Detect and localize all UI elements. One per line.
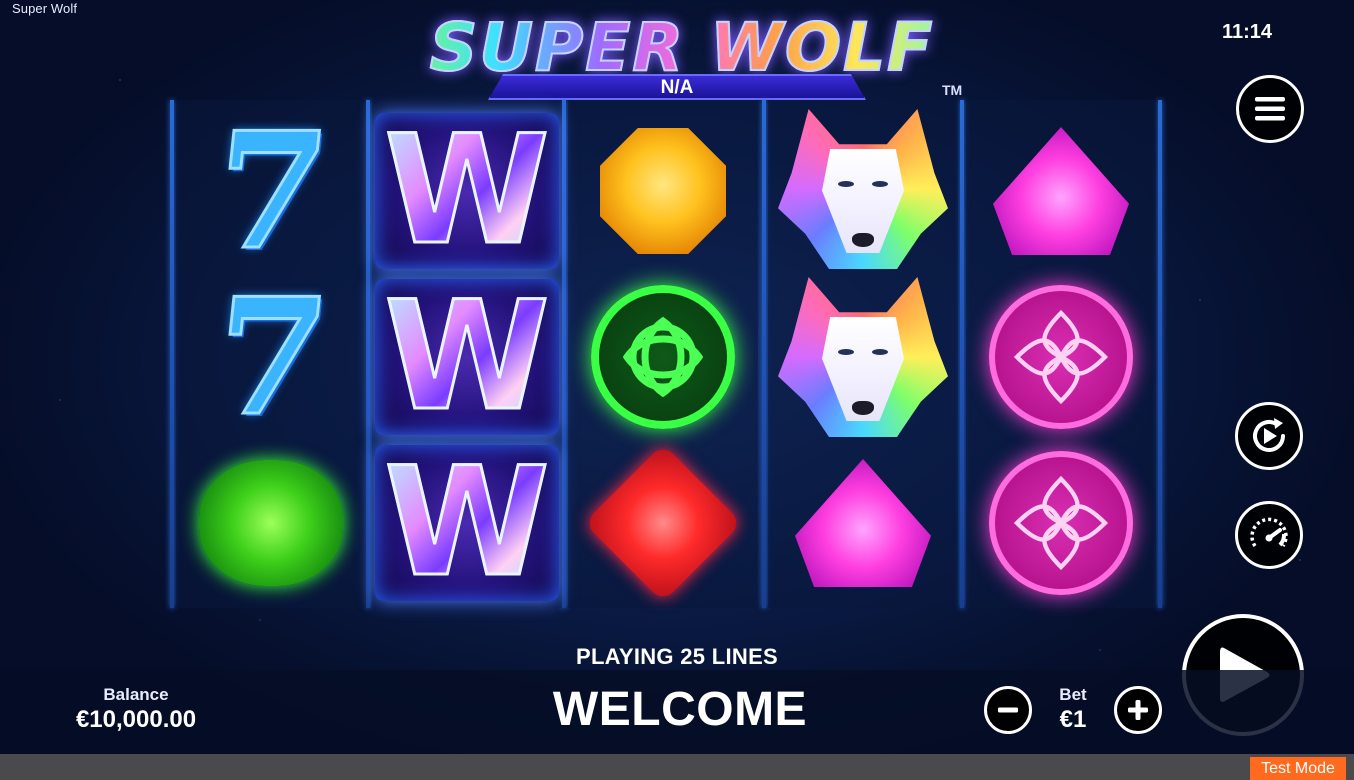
wild-w-symbol: W [375, 113, 559, 269]
pink-knot-symbol [989, 285, 1133, 429]
wolf-nose [852, 233, 874, 247]
speedometer-icon [1250, 517, 1288, 547]
pink-gem-symbol [993, 127, 1129, 255]
logo-subtitle: N/A [660, 77, 694, 98]
pink-knot-symbol [989, 451, 1133, 595]
reel-cell [966, 108, 1156, 274]
reel-grid: 7 7 W W W [170, 96, 1170, 612]
plus-icon [1128, 700, 1148, 720]
trademark-mark: TM [942, 82, 963, 98]
wild-letter: W [383, 104, 551, 278]
reel-divider [170, 100, 174, 608]
wolf-symbol [778, 277, 948, 437]
green-gem-symbol [199, 460, 343, 586]
reel-5 [966, 100, 1156, 608]
reel-cell: W [372, 440, 562, 606]
wolf-nose [852, 401, 874, 415]
red-diamond-gem-symbol [583, 443, 743, 603]
turbo-spin-button[interactable] [1235, 501, 1303, 569]
seven-symbol: 7 [204, 96, 338, 287]
logo-title: SUPER WOLF [392, 11, 972, 85]
reel-divider [960, 100, 964, 608]
wild-w-symbol: W [375, 279, 559, 435]
reel-cell [966, 440, 1156, 606]
window-title: Super Wolf [12, 1, 78, 16]
bet-label: Bet [1059, 685, 1087, 704]
reel-cell [568, 440, 758, 606]
balance-value: €10,000.00 [75, 706, 197, 733]
test-mode-badge: Test Mode [1250, 757, 1346, 780]
reel-divider [762, 100, 766, 608]
reel-1: 7 7 [176, 96, 366, 608]
wolf-eye [872, 349, 888, 355]
reel-4 [768, 100, 958, 608]
reel-cell [768, 106, 958, 272]
reel-cell: W [372, 274, 562, 440]
reel-2: W W W [372, 100, 562, 608]
green-knot-symbol [591, 285, 735, 429]
bet-value: €1 [1059, 706, 1087, 733]
reel-cell [966, 274, 1156, 440]
game-logo: SUPER WOLF N/A TM [392, 11, 972, 104]
reel-cell [768, 440, 958, 606]
menu-button[interactable] [1236, 75, 1304, 143]
wild-w-symbol: W [375, 445, 559, 601]
balance-label: Balance [103, 685, 169, 704]
clock: 11:14 [1222, 21, 1273, 43]
paylines-info: PLAYING 25 LINES [575, 644, 779, 669]
reel-cell [176, 440, 366, 606]
wolf-symbol [778, 109, 948, 269]
footer-strip [0, 754, 1354, 780]
wolf-eye [838, 349, 854, 355]
message-text: WELCOME [552, 683, 808, 736]
reel-divider [366, 100, 370, 608]
wolf-eye [872, 181, 888, 187]
reel-cell [568, 108, 758, 274]
reel-3 [568, 100, 758, 608]
wild-letter: W [383, 270, 551, 444]
minus-icon [998, 707, 1018, 713]
reel-cell: W [372, 108, 562, 274]
autoplay-button[interactable] [1235, 402, 1303, 470]
celtic-knot-icon [1013, 475, 1109, 571]
yellow-octagon-gem-symbol [600, 128, 726, 254]
wild-letter: W [383, 436, 551, 610]
reel-divider [562, 100, 566, 608]
reel-cell [768, 274, 958, 440]
wolf-eye [838, 181, 854, 187]
pink-gem-symbol [795, 459, 931, 587]
bet-decrease-button[interactable] [984, 686, 1032, 734]
reel-divider [1158, 100, 1162, 608]
celtic-knot-icon [1013, 309, 1109, 405]
hamburger-icon [1255, 97, 1285, 121]
seven-symbol: 7 [204, 262, 338, 453]
autoplay-icon [1253, 418, 1285, 452]
celtic-knot-icon [622, 316, 704, 398]
game-stage: Super Wolf 11:14 SUPER WOLF N/A TM 7 7 W… [0, 0, 1354, 780]
bet-increase-button[interactable] [1114, 686, 1162, 734]
reel-cell: 7 [176, 262, 366, 453]
reel-cell: 7 [176, 96, 366, 287]
reel-cell [568, 274, 758, 440]
